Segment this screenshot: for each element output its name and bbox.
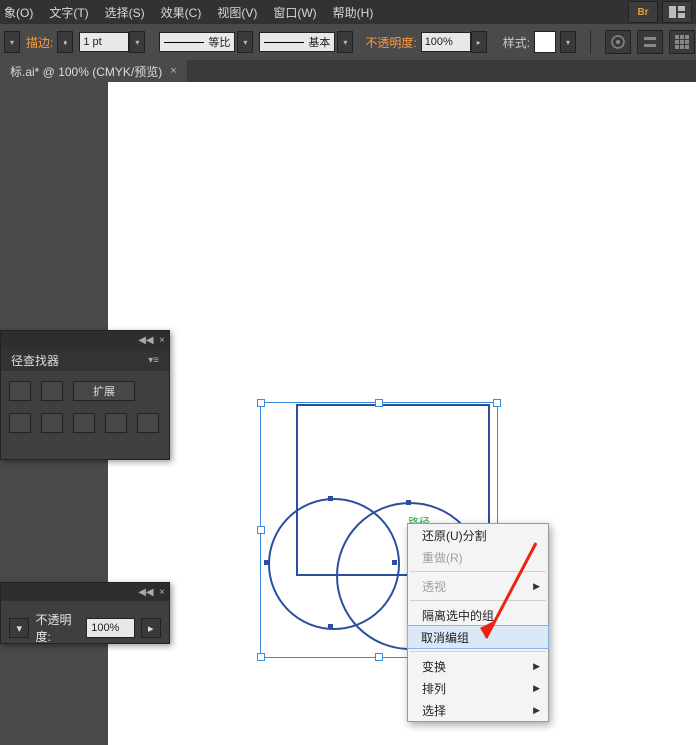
separator xyxy=(590,30,591,54)
menu-type[interactable]: 文字(T) xyxy=(49,4,88,21)
app-frame: 象(O) 文字(T) 选择(S) 效果(C) 视图(V) 窗口(W) 帮助(H)… xyxy=(0,0,696,745)
panel-titlebar[interactable]: ◀◀ × xyxy=(1,331,169,349)
panel-body: 扩展 xyxy=(1,371,169,455)
ctx-redo: 重做(R) xyxy=(408,546,548,568)
ctx-separator xyxy=(410,651,546,652)
opacity-dropdown[interactable]: ▸ xyxy=(471,31,487,53)
pf-outline-icon[interactable] xyxy=(137,413,159,433)
menu-view[interactable]: 视图(V) xyxy=(217,4,257,21)
menu-object[interactable]: 象(O) xyxy=(4,4,33,21)
pf-expand-button[interactable]: 扩展 xyxy=(73,381,135,401)
pf-crop-icon[interactable] xyxy=(105,413,127,433)
anchor-point[interactable] xyxy=(406,500,411,505)
brush-basic-dropdown[interactable]: ▾ xyxy=(337,31,353,53)
document-tab-label: 标.ai* @ 100% (CMYK/预览) xyxy=(10,63,162,80)
arrange-docs-icon[interactable] xyxy=(662,1,692,23)
menu-select[interactable]: 选择(S) xyxy=(105,4,145,21)
style-swatch[interactable] xyxy=(534,31,556,53)
stroke-stepper[interactable]: ♦ xyxy=(57,31,73,53)
ctx-isolate-group[interactable]: 隔离选中的组 xyxy=(408,604,548,626)
options-bar: ▾ 描边: ♦ 1 pt ▾ 等比 ▾ 基本 ▾ 不透明度: 100% ▸ 样式… xyxy=(0,24,696,61)
opacity-panel-input[interactable]: 100% xyxy=(86,618,134,638)
menu-bar: 象(O) 文字(T) 选择(S) 效果(C) 视图(V) 窗口(W) 帮助(H)… xyxy=(0,0,696,24)
transform-grid-icon[interactable] xyxy=(669,30,695,54)
pathfinder-tab[interactable]: 径查找器 xyxy=(11,352,59,369)
pf-trim-icon[interactable] xyxy=(41,413,63,433)
pathfinder-panel[interactable]: ◀◀ × 径查找器 ▾≡ 扩展 xyxy=(0,330,170,460)
ctx-arrange[interactable]: 排列 xyxy=(408,677,548,699)
anchor-point[interactable] xyxy=(328,624,333,629)
ctx-separator xyxy=(410,571,546,572)
handle-nw[interactable] xyxy=(257,399,265,407)
fill-swatch-dropdown[interactable]: ▾ xyxy=(4,31,20,53)
menu-effect[interactable]: 效果(C) xyxy=(161,4,202,21)
blend-mode-dropdown[interactable]: ▾ xyxy=(9,618,29,638)
ctx-separator xyxy=(410,600,546,601)
handle-s[interactable] xyxy=(375,653,383,661)
pf-divide-icon[interactable] xyxy=(9,413,31,433)
bridge-icon[interactable]: Br xyxy=(628,1,658,23)
menu-window[interactable]: 窗口(W) xyxy=(273,4,316,21)
panel-tabs: 径查找器 ▾≡ xyxy=(1,349,169,371)
brush-basic-preview[interactable]: 基本 xyxy=(259,32,335,52)
anchor-point[interactable] xyxy=(264,560,269,565)
pf-unite-icon[interactable] xyxy=(9,381,31,401)
menu-help[interactable]: 帮助(H) xyxy=(333,4,374,21)
recolor-icon[interactable] xyxy=(605,30,631,54)
style-dropdown[interactable]: ▾ xyxy=(560,31,576,53)
opacity-label: 不透明度: xyxy=(365,34,416,51)
ctx-transform[interactable]: 变换 xyxy=(408,655,548,677)
transparency-panel[interactable]: ◀◀ × ▾ 不透明度: 100% ▸ xyxy=(0,582,170,644)
panel-body: ▾ 不透明度: 100% ▸ xyxy=(1,601,169,655)
brush-uniform-dropdown[interactable]: ▾ xyxy=(237,31,253,53)
stroke-label: 描边: xyxy=(26,34,53,51)
pf-minus-front-icon[interactable] xyxy=(41,381,63,401)
brush-uniform-preview[interactable]: 等比 xyxy=(159,32,235,52)
stroke-width-dropdown[interactable]: ▾ xyxy=(129,31,145,53)
handle-n[interactable] xyxy=(375,399,383,407)
panel-titlebar[interactable]: ◀◀ × xyxy=(1,583,169,601)
anchor-point[interactable] xyxy=(392,560,397,565)
style-label: 样式: xyxy=(503,34,530,51)
ctx-undo[interactable]: 还原(U)分割 xyxy=(408,524,548,546)
opacity-panel-dropdown[interactable]: ▸ xyxy=(141,618,161,638)
panel-menu-icon[interactable]: ▾≡ xyxy=(148,355,159,366)
context-menu: 还原(U)分割 重做(R) 透视 隔离选中的组 取消编组 变换 排列 选择 xyxy=(407,523,549,722)
opacity-input[interactable]: 100% xyxy=(421,32,471,52)
handle-w[interactable] xyxy=(257,526,265,534)
opacity-panel-label: 不透明度: xyxy=(35,611,80,645)
ctx-ungroup[interactable]: 取消编组 xyxy=(407,625,549,649)
handle-ne[interactable] xyxy=(493,399,501,407)
stroke-width-input[interactable]: 1 pt xyxy=(79,32,129,52)
document-tab-bar: 标.ai* @ 100% (CMYK/预览) × xyxy=(0,60,696,83)
handle-sw[interactable] xyxy=(257,653,265,661)
ctx-select[interactable]: 选择 xyxy=(408,699,548,721)
ctx-perspective[interactable]: 透视 xyxy=(408,575,548,597)
close-tab-icon[interactable]: × xyxy=(170,65,176,77)
align-icon[interactable] xyxy=(637,30,663,54)
pf-merge-icon[interactable] xyxy=(73,413,95,433)
anchor-point[interactable] xyxy=(328,496,333,501)
document-tab[interactable]: 标.ai* @ 100% (CMYK/预览) × xyxy=(0,60,187,82)
